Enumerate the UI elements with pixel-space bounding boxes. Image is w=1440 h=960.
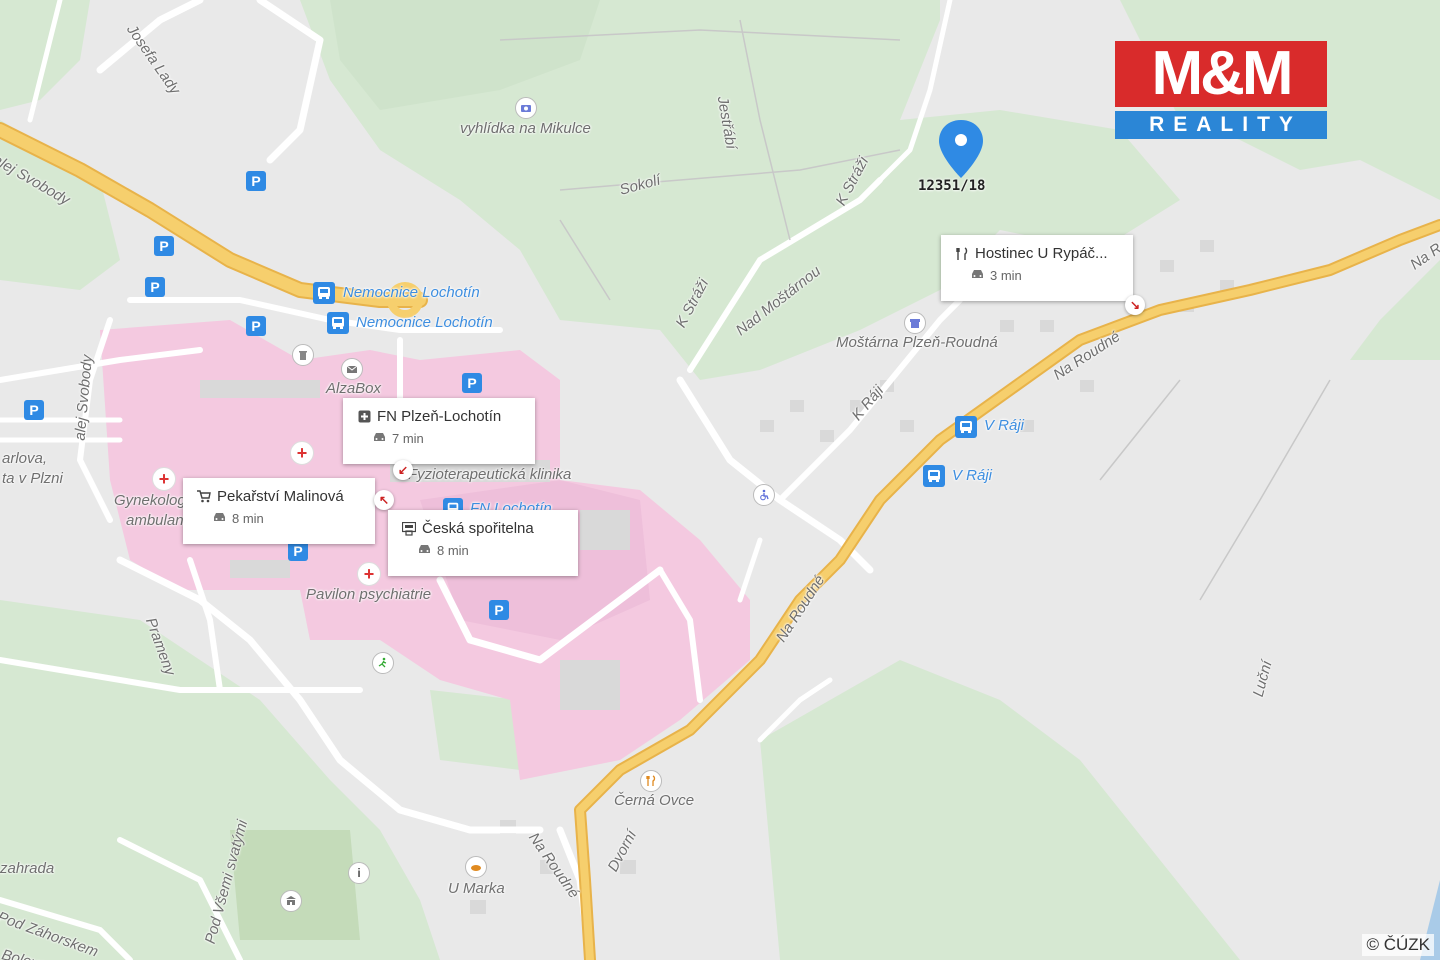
logo-text-top: M&M — [1151, 39, 1293, 108]
accessibility-icon[interactable] — [753, 484, 775, 506]
bus-stop-icon[interactable] — [327, 312, 349, 334]
poi-label: Černá Ovce — [614, 792, 695, 809]
transit-stop-label: V Ráji — [984, 417, 1025, 434]
medical-icon[interactable]: + — [152, 467, 176, 491]
poi-label: ambulan — [126, 512, 184, 529]
bus-stop-icon[interactable] — [923, 465, 945, 487]
map-pin[interactable] — [937, 118, 985, 180]
direction-arrow-icon: ↙ — [393, 460, 413, 480]
car-icon — [418, 544, 431, 557]
car-icon — [213, 512, 226, 525]
restaurant-icon[interactable] — [640, 770, 662, 792]
parking-icon[interactable]: P — [246, 171, 266, 191]
poi-card-time: 8 min — [437, 543, 469, 558]
poi-card-ceska-sporitelna[interactable]: Česká spořitelna 8 min — [388, 510, 578, 576]
parking-icon[interactable]: P — [24, 400, 44, 420]
car-icon — [373, 432, 386, 445]
shopping-cart-icon — [197, 490, 211, 503]
atm-icon — [402, 521, 416, 536]
poi-label: Pavilon psychiatrie — [306, 586, 432, 603]
info-icon[interactable]: i — [348, 862, 370, 884]
logo-text-bottom: REALITY — [1149, 113, 1302, 136]
parking-icon[interactable]: P — [154, 236, 174, 256]
direction-arrow-icon: ↘ — [1125, 295, 1145, 315]
poi-card-time: 8 min — [232, 511, 264, 526]
bus-stop-icon[interactable] — [955, 416, 977, 438]
transit-stop-label: Nemocnice Lochotín — [343, 284, 480, 301]
poi-card-fn-plzen[interactable]: FN Plzeň-Lochotín 7 min — [343, 398, 535, 464]
poi-label: Moštárna Plzeň-Roudná — [836, 334, 998, 351]
direction-arrow-icon: ↖ — [374, 490, 394, 510]
poi-label: Gynekolog — [114, 492, 186, 509]
transit-stop-label: Nemocnice Lochotín — [356, 314, 493, 331]
trash-bin-icon[interactable] — [292, 344, 314, 366]
poi-label: Fyzioterapeutická klinika — [408, 466, 572, 483]
poi-label: U Marka — [448, 880, 505, 897]
poi-card-title: Česká spořitelna — [422, 520, 534, 537]
medical-icon[interactable]: + — [357, 562, 381, 586]
copyright-notice: © ČÚZK — [1362, 934, 1434, 956]
poi-card-time: 3 min — [990, 268, 1022, 283]
bus-stop-icon[interactable] — [313, 282, 335, 304]
mm-reality-logo: M&M REALITY — [1115, 41, 1327, 139]
restaurant-icon — [955, 246, 969, 261]
map-canvas[interactable]: alej Svobody Sokolí Jestřábí K Stráži K … — [0, 0, 1440, 960]
bakery-icon[interactable] — [465, 856, 487, 878]
street-label: zahrada — [0, 860, 55, 877]
poi-card-hostinec[interactable]: Hostinec U Rypáč... 3 min — [941, 235, 1133, 301]
poi-card-time: 7 min — [392, 431, 424, 446]
map-pin-icon — [939, 120, 983, 178]
poi-card-pekarstvi[interactable]: Pekařství Malinová 8 min — [183, 478, 375, 544]
parking-icon[interactable]: P — [145, 277, 165, 297]
parking-icon[interactable]: P — [489, 600, 509, 620]
shop-icon[interactable] — [904, 312, 926, 334]
parking-icon[interactable]: P — [246, 316, 266, 336]
parking-icon[interactable]: P — [288, 541, 308, 561]
medical-icon[interactable]: + — [290, 441, 314, 465]
car-icon — [971, 269, 984, 282]
poi-label: ta v Plzni — [2, 470, 63, 487]
museum-icon[interactable] — [280, 890, 302, 912]
camera-icon[interactable] — [515, 97, 537, 119]
pin-label: 12351/18 — [918, 178, 986, 194]
poi-card-title: Hostinec U Rypáč... — [975, 245, 1108, 262]
transit-stop-label: V Ráji — [952, 467, 993, 484]
mail-icon[interactable] — [341, 358, 363, 380]
parking-icon[interactable]: P — [462, 373, 482, 393]
hospital-icon — [357, 410, 371, 423]
poi-label: arlova, — [2, 450, 48, 467]
poi-label: vyhlídka na Mikulce — [460, 120, 591, 137]
poi-label: AlzaBox — [326, 380, 382, 397]
poi-card-title: Pekařství Malinová — [217, 488, 344, 505]
sports-icon[interactable] — [372, 652, 394, 674]
poi-card-title: FN Plzeň-Lochotín — [377, 408, 502, 425]
